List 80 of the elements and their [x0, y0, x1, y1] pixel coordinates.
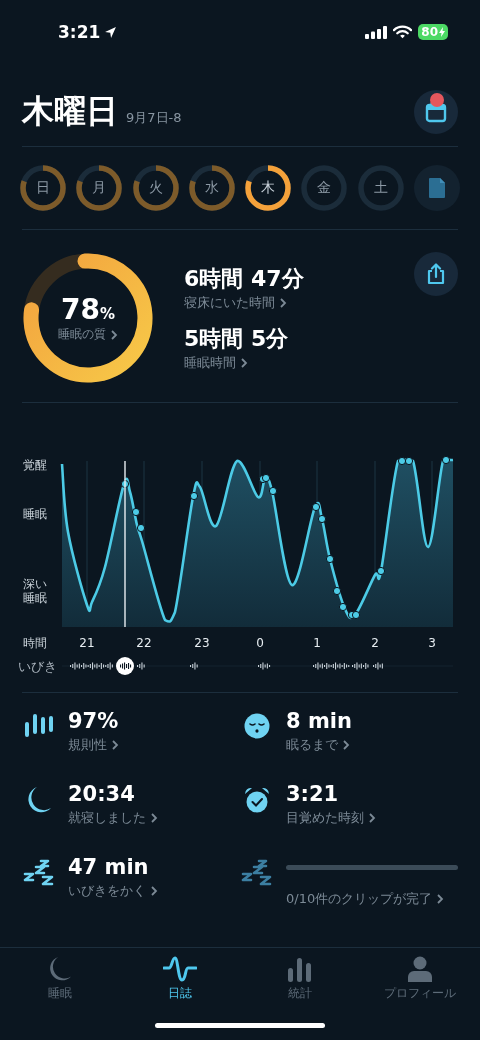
stat-link[interactable]: 眠るまで	[286, 736, 350, 754]
stat-value: 47 min	[68, 855, 149, 879]
chevron-icon	[110, 329, 118, 340]
stat-value: 20:34	[68, 782, 135, 806]
report-button[interactable]	[413, 165, 460, 211]
nav-tab[interactable]: 統計	[245, 956, 355, 1002]
signal-icon	[365, 25, 388, 39]
stat-link[interactable]: 就寝しました	[68, 809, 158, 827]
snore-clip	[70, 662, 113, 670]
bar-chart-icon	[288, 956, 312, 982]
snore-clip	[258, 662, 271, 670]
moon-icon	[47, 956, 73, 982]
stat-value: 97%	[68, 709, 119, 733]
stat-link[interactable]: 目覚めた時刻	[286, 809, 376, 827]
nav-tab[interactable]: 日誌	[125, 956, 235, 1002]
day-ring-button[interactable]: 水	[188, 165, 235, 211]
axis-title: 時間	[23, 636, 47, 650]
quality-link[interactable]: 睡眠の質	[58, 326, 118, 343]
wave-icon	[163, 956, 197, 982]
bars-icon	[24, 713, 54, 739]
snore-label: いびき	[18, 659, 57, 674]
day-ring-button[interactable]: 金	[301, 165, 348, 211]
sleeping-face-icon	[244, 713, 270, 739]
wifi-icon	[393, 25, 413, 39]
day-ring-button[interactable]: 火	[132, 165, 179, 211]
day-ring-button[interactable]: 月	[76, 165, 123, 211]
stat-value: 3:21	[286, 782, 339, 806]
share-button[interactable]	[414, 252, 458, 296]
status-time: 3:21	[58, 22, 101, 42]
day-ring-button[interactable]: 日	[20, 165, 66, 211]
chevron-icon	[342, 740, 350, 750]
duration-value: 6時間 47分	[184, 265, 304, 293]
stat-link[interactable]: いびきをかく	[68, 882, 158, 900]
chevron-icon	[368, 813, 376, 823]
axis-label: 覚醒	[23, 458, 47, 472]
stat-value: 8 min	[286, 709, 352, 733]
nav-tab[interactable]: プロフィール	[365, 956, 475, 1002]
snore-clip	[313, 662, 350, 670]
bolt-icon	[439, 27, 445, 37]
snore-icon	[241, 859, 273, 887]
share-icon	[426, 263, 446, 285]
moon-icon	[26, 786, 52, 814]
hour-label: 21	[79, 636, 95, 650]
hour-label: 2	[371, 636, 379, 650]
snore-clip	[373, 662, 383, 670]
hour-label: 23	[194, 636, 210, 650]
duration-value: 5時間 5分	[184, 325, 289, 353]
chevron-icon	[436, 894, 445, 904]
hour-label: 1	[313, 636, 321, 650]
day-title: 木曜日	[22, 91, 118, 132]
duration-link[interactable]: 睡眠時間	[184, 354, 248, 372]
date-range: 9月7日-8	[126, 109, 182, 127]
playhead-handle[interactable]	[116, 657, 134, 675]
chevron-icon	[279, 298, 287, 308]
person-icon	[407, 956, 433, 982]
snore-clip	[352, 662, 369, 670]
snore-icon	[23, 859, 55, 887]
duration-link[interactable]: 寝床にいた時間	[184, 294, 287, 312]
quality-score: 78%	[61, 293, 115, 326]
snore-clip	[137, 662, 145, 670]
battery-indicator: 80	[418, 24, 448, 40]
hour-label: 22	[136, 636, 152, 650]
hour-label: 3	[428, 636, 436, 650]
day-ring-button[interactable]: 木	[245, 165, 292, 211]
chevron-icon	[111, 740, 119, 750]
location-icon	[104, 25, 118, 39]
chevron-icon	[240, 358, 248, 368]
snore-clip	[190, 662, 198, 670]
chevron-icon	[150, 813, 158, 823]
document-icon	[427, 177, 446, 199]
stat-link[interactable]: 規則性	[68, 736, 119, 754]
hour-label: 0	[256, 636, 264, 650]
calendar-button[interactable]	[414, 90, 458, 134]
stat-link[interactable]: 0/10件のクリップが完了	[286, 890, 445, 908]
day-ring-button[interactable]: 土	[357, 165, 404, 211]
axis-label: 睡眠	[23, 507, 47, 521]
alarm-clock-icon	[243, 786, 271, 814]
nav-tab[interactable]: 睡眠	[5, 956, 115, 1002]
axis-label: 深い 睡眠	[23, 577, 47, 605]
chevron-icon	[150, 886, 158, 896]
